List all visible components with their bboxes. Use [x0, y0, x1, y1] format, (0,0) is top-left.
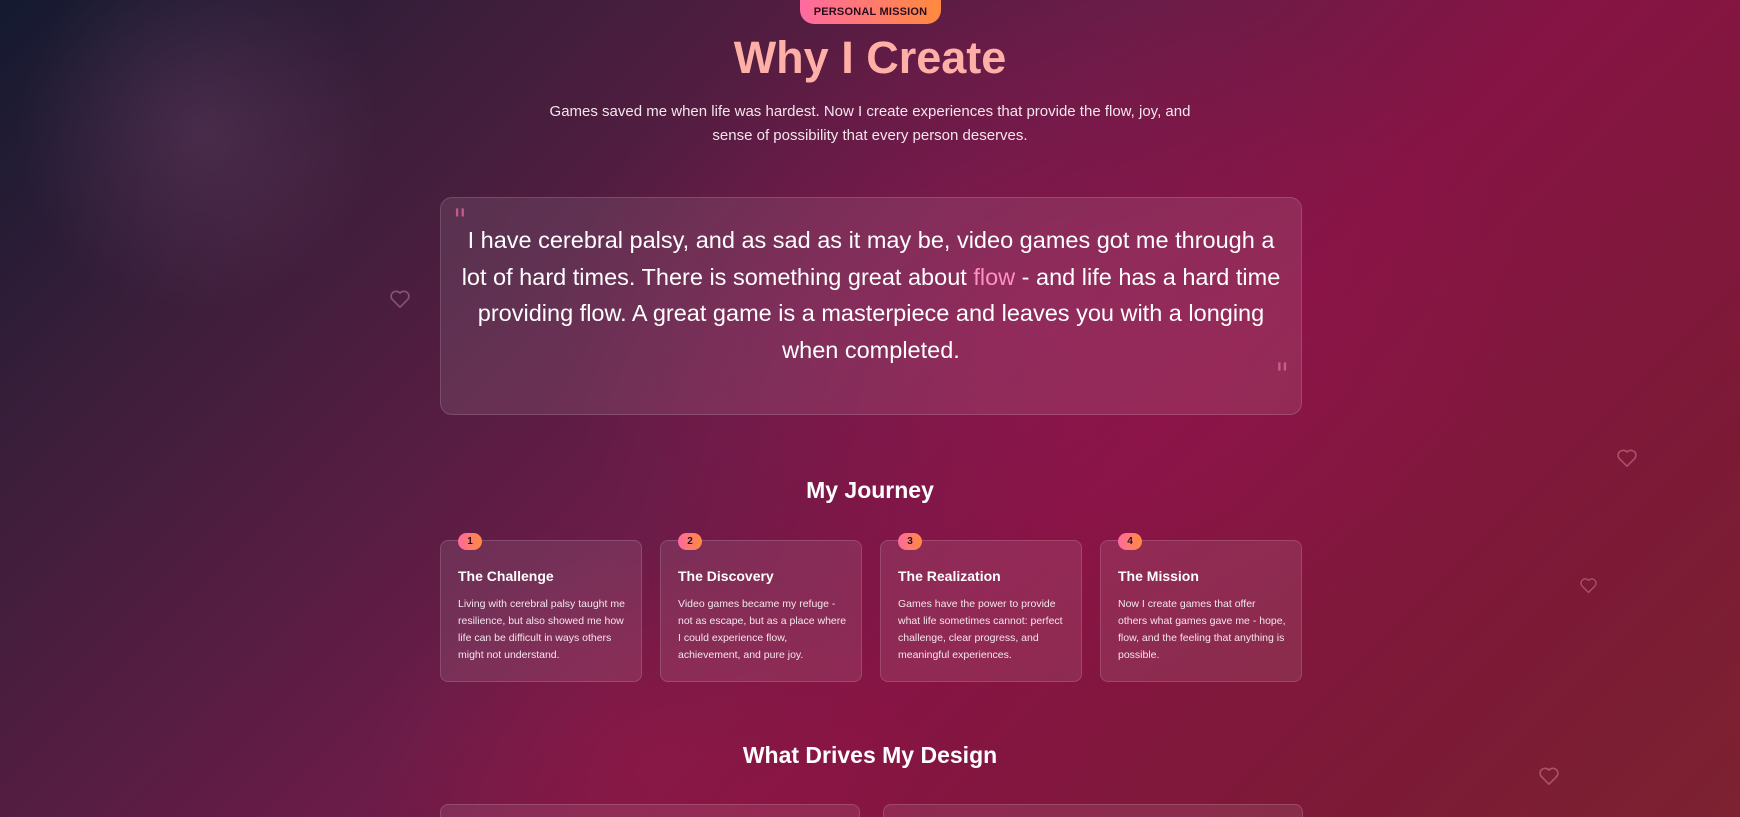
journey-card-title: The Realization	[898, 568, 1001, 584]
step-number-badge: 4	[1118, 533, 1142, 550]
page-subtitle: Games saved me when life was hardest. No…	[549, 103, 1191, 144]
drives-section-title: What Drives My Design	[742, 742, 998, 768]
heart-icon	[1579, 577, 1598, 594]
heart-icon	[1538, 766, 1560, 786]
journey-card-title: The Discovery	[678, 568, 774, 584]
journey-card: 2 The Discovery Video games became my re…	[660, 533, 862, 682]
quote-highlight: flow	[973, 263, 1016, 290]
journey-card: 3 The Realization Games have the power t…	[880, 533, 1082, 682]
heart-icon	[1616, 448, 1638, 468]
quote-text: I have cerebral palsy, and as sad as it …	[461, 222, 1281, 368]
journey-card-text: Video games became my refuge - not as es…	[678, 598, 847, 661]
journey-card-text: Living with cerebral palsy taught me res…	[458, 598, 625, 661]
step-number-badge: 3	[898, 533, 922, 550]
journey-card-title: The Mission	[1118, 568, 1199, 584]
journey-section-title: My Journey	[806, 477, 934, 503]
drive-card	[440, 804, 860, 817]
journey-card-text: Now I create games that offer others wha…	[1118, 598, 1286, 661]
personal-mission-badge: PERSONAL MISSION	[800, 0, 941, 24]
heart-icon	[389, 289, 411, 309]
journey-card-title: The Challenge	[458, 568, 554, 584]
page-title: Why I Create	[733, 32, 1007, 83]
journey-card-text: Games have the power to provide what lif…	[898, 598, 1063, 661]
drive-card	[883, 804, 1303, 817]
step-number-badge: 2	[678, 533, 702, 550]
journey-card: 1 The Challenge Living with cerebral pal…	[440, 533, 642, 682]
close-quote-icon: "	[1275, 357, 1289, 392]
quote-card: " I have cerebral palsy, and as sad as i…	[440, 197, 1302, 415]
journey-card: 4 The Mission Now I create games that of…	[1100, 533, 1302, 682]
step-number-badge: 1	[458, 533, 482, 550]
